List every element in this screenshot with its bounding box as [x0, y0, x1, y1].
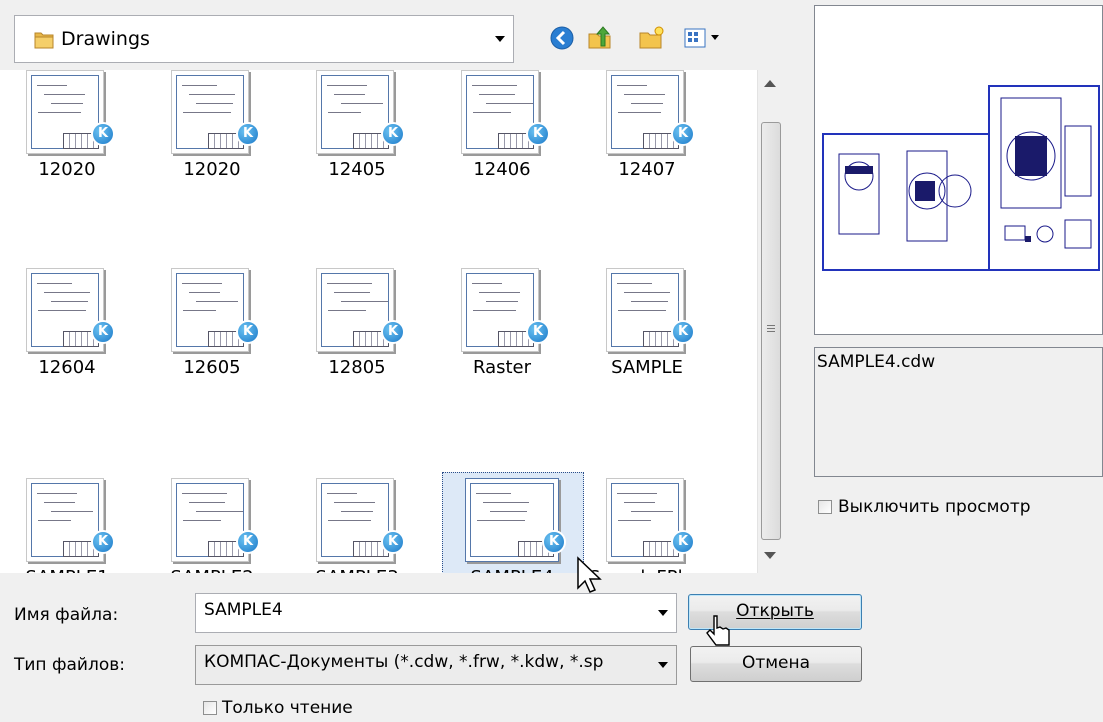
- file-thumbnail: [316, 70, 394, 154]
- hand-cursor-icon: [706, 615, 730, 646]
- file-tile[interactable]: K SAMPLE2: [152, 478, 272, 573]
- new-folder-icon[interactable]: [638, 24, 666, 52]
- file-tile[interactable]: K Raster: [442, 268, 562, 398]
- file-thumbnail: [606, 70, 684, 154]
- preview-info-panel: SAMPLE4.cdw: [814, 347, 1103, 477]
- file-name-label: 12405: [328, 159, 386, 180]
- readonly-checkbox[interactable]: [203, 701, 217, 715]
- file-thumbnail: [461, 268, 539, 352]
- scrollbar-thumb[interactable]: [761, 122, 781, 540]
- file-tile[interactable]: K SAMPLE: [587, 268, 707, 398]
- file-tile[interactable]: K 12405: [297, 70, 417, 200]
- kompas-badge-icon: K: [381, 122, 405, 146]
- kompas-badge-icon: K: [236, 320, 260, 344]
- file-name-label: 12406: [473, 159, 531, 180]
- vertical-scrollbar[interactable]: [757, 70, 785, 573]
- back-icon[interactable]: [548, 24, 576, 52]
- chevron-down-icon[interactable]: [495, 36, 505, 42]
- kompas-badge-icon: K: [236, 530, 260, 554]
- file-name-label: SAMPLE1: [7, 566, 127, 573]
- folder-icon: [34, 32, 54, 49]
- file-tile[interactable]: K 12020: [7, 70, 127, 200]
- kompas-badge-icon: K: [91, 530, 115, 554]
- chevron-down-icon[interactable]: [658, 610, 668, 616]
- kompas-badge-icon: K: [236, 122, 260, 146]
- readonly-label: Только чтение: [222, 698, 353, 718]
- file-thumbnail: [461, 70, 539, 154]
- file-name-label: 12605: [183, 357, 241, 378]
- scroll-down-arrow-icon[interactable]: [764, 552, 776, 559]
- filename-input[interactable]: SAMPLE4: [195, 593, 677, 633]
- kompas-badge-icon: K: [542, 530, 566, 554]
- file-list-view[interactable]: K 12020 K 12020 K 12405 K 12406 K 12407 K 12604 K 126…: [0, 70, 784, 573]
- kompas-badge-icon: K: [671, 320, 695, 344]
- file-tile[interactable]: K 12407: [587, 70, 707, 200]
- disable-preview-label: Выключить просмотр: [838, 497, 1031, 517]
- kompas-badge-icon: K: [381, 530, 405, 554]
- scroll-up-arrow-icon[interactable]: [764, 80, 776, 87]
- preview-filename: SAMPLE4.cdw: [817, 352, 936, 372]
- file-name-label: SAMPLE4: [452, 566, 572, 573]
- file-thumbnail: [171, 268, 249, 352]
- location-text: Drawings: [61, 28, 150, 50]
- file-thumbnail: [316, 268, 394, 352]
- file-name-label: SAMPLE3: [297, 566, 417, 573]
- filetype-label: Тип файлов:: [14, 655, 125, 675]
- view-menu-icon[interactable]: [683, 24, 723, 52]
- file-name-label: Raster: [472, 357, 532, 378]
- file-tile[interactable]: K 12805: [297, 268, 417, 398]
- kompas-badge-icon: K: [671, 122, 695, 146]
- location-combo[interactable]: Drawings: [14, 15, 514, 63]
- cancel-button-label: Отмена: [741, 653, 811, 673]
- open-button-label: Открыть: [736, 601, 814, 621]
- file-tile[interactable]: K SAMPLE4: [442, 472, 584, 573]
- filetype-value: КОМПАС-Документы (*.cdw, *.frw, *.kdw, *…: [204, 652, 604, 672]
- up-folder-icon[interactable]: [586, 24, 614, 52]
- file-tile[interactable]: K SAMPLE1: [7, 478, 127, 573]
- file-thumbnail: [26, 70, 104, 154]
- kompas-badge-icon: K: [526, 122, 550, 146]
- file-name-label: 12604: [38, 357, 96, 378]
- arrow-cursor-icon: [577, 556, 602, 593]
- kompas-badge-icon: K: [91, 122, 115, 146]
- file-tile[interactable]: K 12605: [152, 268, 272, 398]
- kompas-badge-icon: K: [526, 320, 550, 344]
- file-tile[interactable]: K SAMPLE3: [297, 478, 417, 573]
- file-name-label: 12020: [183, 159, 241, 180]
- file-tile[interactable]: K 12604: [7, 268, 127, 398]
- drawing-preview-image: [822, 85, 1100, 271]
- file-thumbnail: [606, 478, 684, 562]
- preview-pane: [814, 5, 1103, 335]
- filename-value: SAMPLE4: [204, 600, 283, 620]
- file-name-label: 12407: [618, 159, 676, 180]
- file-thumbnail: [316, 478, 394, 562]
- kompas-badge-icon: K: [381, 320, 405, 344]
- file-name-label: 12020: [38, 159, 96, 180]
- file-name-label: SAMPLE: [611, 357, 683, 378]
- file-thumbnail: [26, 478, 104, 562]
- file-thumbnail: [171, 478, 249, 562]
- file-thumbnail: [171, 70, 249, 154]
- file-name-label: SAMPLE2: [152, 566, 272, 573]
- file-thumbnail: [26, 268, 104, 352]
- chevron-down-icon[interactable]: [658, 662, 668, 668]
- file-tile[interactable]: K 12020: [152, 70, 272, 200]
- file-thumbnail: [606, 268, 684, 352]
- filename-label: Имя файла:: [14, 605, 119, 625]
- disable-preview-checkbox[interactable]: [818, 500, 832, 514]
- filetype-select[interactable]: КОМПАС-Документы (*.cdw, *.frw, *.kdw, *…: [195, 645, 677, 685]
- kompas-badge-icon: K: [91, 320, 115, 344]
- file-tile[interactable]: K 12406: [442, 70, 562, 200]
- file-name-label: 12805: [328, 357, 386, 378]
- kompas-badge-icon: K: [671, 530, 695, 554]
